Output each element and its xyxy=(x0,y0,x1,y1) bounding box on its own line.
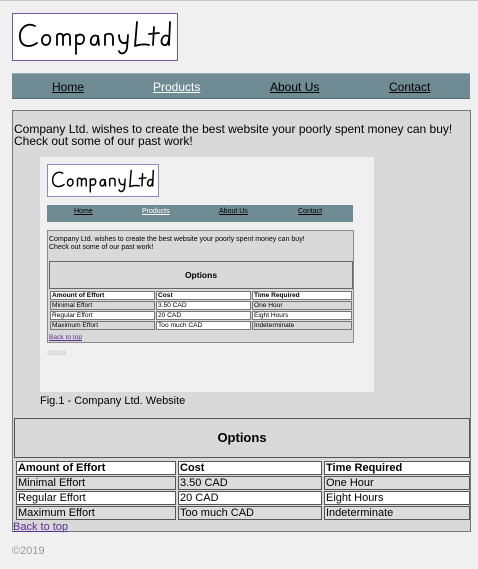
footer-copyright: ©2019 xyxy=(12,545,45,557)
thumbnail-options-table: Amount of Effort Cost Time Required Mini… xyxy=(49,290,353,331)
company-logo[interactable] xyxy=(12,13,178,61)
thumbnail-nav: Home Products About Us Contact xyxy=(47,205,353,222)
table-cell: One Hour xyxy=(324,476,470,490)
intro-text: Company Ltd. wishes to create the best w… xyxy=(14,123,464,147)
thumbnail-cell: Indeterminate xyxy=(252,321,352,330)
thumbnail-table-row: Regular Effort 20 CAD Eight Hours xyxy=(50,311,352,320)
main-nav: Home Products About Us Contact xyxy=(12,73,470,99)
options-table: Amount of Effort Cost Time Required Mini… xyxy=(14,460,472,521)
thumbnail-cell: Minimal Effort xyxy=(50,301,155,310)
website-screenshot-figure: Home Products About Us Contact Company L… xyxy=(40,157,374,392)
table-header-row: Amount of Effort Cost Time Required xyxy=(16,461,470,475)
header-cost: Cost xyxy=(178,461,322,475)
back-to-top-link[interactable]: Back to top xyxy=(13,521,68,533)
thumbnail-header-effort: Amount of Effort xyxy=(50,291,155,300)
thumbnail-cell: Eight Hours xyxy=(252,311,352,320)
table-cell: Too much CAD xyxy=(178,506,322,520)
table-row: Regular Effort 20 CAD Eight Hours xyxy=(16,491,470,505)
thumbnail-table-row: Maximum Effort Too much CAD Indeterminat… xyxy=(50,321,352,330)
table-row: Maximum Effort Too much CAD Indeterminat… xyxy=(16,506,470,520)
thumbnail-nav-home: Home xyxy=(74,208,93,215)
header-amount-of-effort: Amount of Effort xyxy=(16,461,176,475)
thumbnail-options-heading: Options xyxy=(49,261,353,289)
thumbnail-cell: 20 CAD xyxy=(156,311,251,320)
header-time-required: Time Required xyxy=(324,461,470,475)
thumbnail-copyright: ©2019 xyxy=(47,350,67,357)
thumbnail-nav-products: Products xyxy=(142,208,170,215)
thumbnail-cell: Too much CAD xyxy=(156,321,251,330)
thumbnail-intro-line-1: Company Ltd. wishes to create the best w… xyxy=(49,236,305,243)
thumbnail-cell: Maximum Effort xyxy=(50,321,155,330)
thumbnail-intro: Company Ltd. wishes to create the best w… xyxy=(49,236,305,252)
table-cell: Regular Effort xyxy=(16,491,176,505)
thumbnail-logo xyxy=(47,164,159,197)
thumbnail-cell: Regular Effort xyxy=(50,311,155,320)
thumbnail-nav-contact: Contact xyxy=(298,208,323,215)
options-heading: Options xyxy=(14,418,470,458)
thumbnail-intro-line-2: Check out some of our past work! xyxy=(49,244,154,251)
figure-caption: Fig.1 - Company Ltd. Website xyxy=(40,395,186,407)
thumbnail-table-row: Minimal Effort 3.50 CAD One Hour xyxy=(50,301,352,310)
thumbnail-nav-about: About Us xyxy=(219,208,248,215)
nav-contact-link[interactable]: Contact xyxy=(389,80,430,94)
table-row: Minimal Effort 3.50 CAD One Hour xyxy=(16,476,470,490)
main-content: Company Ltd. wishes to create the best w… xyxy=(12,110,472,533)
table-cell: Minimal Effort xyxy=(16,476,176,490)
table-cell: 3.50 CAD xyxy=(178,476,322,490)
table-cell: Maximum Effort xyxy=(16,506,176,520)
logo-handwriting xyxy=(19,21,171,55)
thumbnail-header-time: Time Required xyxy=(252,291,352,300)
nav-home-link[interactable]: Home xyxy=(52,80,84,94)
intro-line-2: Check out some of our past work! xyxy=(14,134,193,148)
top-border xyxy=(0,0,478,1)
table-cell: Indeterminate xyxy=(324,506,470,520)
thumbnail-main: Company Ltd. wishes to create the best w… xyxy=(47,230,354,343)
thumbnail-cell: 3.50 CAD xyxy=(156,301,251,310)
nav-products-link[interactable]: Products xyxy=(153,80,200,94)
table-cell: Eight Hours xyxy=(324,491,470,505)
table-cell: 20 CAD xyxy=(178,491,322,505)
thumbnail-back-to-top: Back to top xyxy=(49,334,82,341)
thumbnail-header-cost: Cost xyxy=(156,291,251,300)
thumbnail-cell: One Hour xyxy=(252,301,352,310)
thumbnail-logo-handwriting xyxy=(51,169,155,193)
nav-about-link[interactable]: About Us xyxy=(270,80,319,94)
